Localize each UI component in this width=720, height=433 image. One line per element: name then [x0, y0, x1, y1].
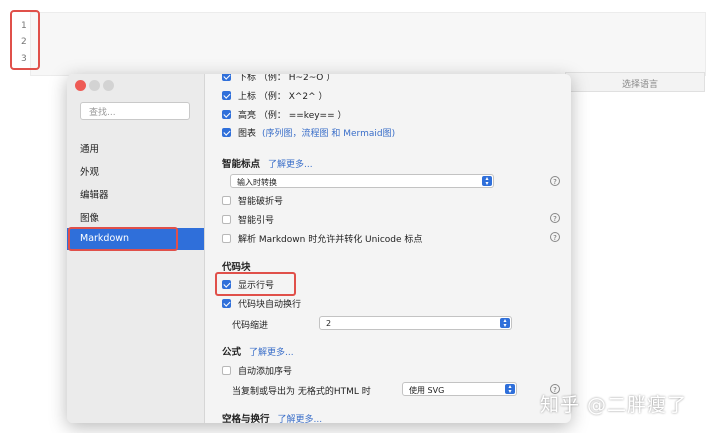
checkbox-unchecked-icon[interactable] — [222, 366, 231, 375]
checkbox-label: 下标 （例： H~2~O ） — [238, 74, 336, 83]
checkbox-diagrams[interactable]: 图表 (序列图，流程图 和 Mermaid图) — [222, 126, 395, 142]
checkbox-checked-icon[interactable] — [222, 110, 231, 119]
checkbox-unchecked-icon[interactable] — [222, 215, 231, 224]
search-placeholder: 查找... — [89, 108, 116, 118]
sidebar-item-markdown[interactable]: Markdown — [67, 227, 204, 251]
checkbox-note: (序列图，流程图 和 Mermaid图) — [262, 129, 396, 139]
checkbox-unicode-punctuation[interactable]: 解析 Markdown 时允许并转化 Unicode 标点 — [222, 232, 422, 248]
sidebar-item-image[interactable]: 图像 — [67, 205, 204, 227]
checkbox-label: 高亮 （例： ==key== ） — [238, 111, 347, 121]
language-placeholder: 选择语言 — [622, 80, 659, 90]
line-number-gutter: 1 2 3 — [10, 10, 40, 70]
checkbox-checked-icon[interactable] — [222, 74, 231, 81]
code-indent-select[interactable]: 2 ▴ ▾ — [319, 316, 512, 330]
help-icon[interactable]: ? — [550, 232, 560, 242]
select-value: 输入时转换 — [237, 177, 277, 187]
code-indent-label: 代码缩进 — [232, 321, 269, 331]
line-number: 3 — [21, 54, 27, 64]
sidebar-item-appearance[interactable]: 外观 — [67, 159, 204, 181]
section-smart-punctuation: 智能标点 了解更多... — [222, 156, 313, 170]
zoom-window-button[interactable] — [103, 80, 114, 91]
sidebar-item-editor[interactable]: 编辑器 — [67, 182, 204, 204]
language-select[interactable]: 选择语言 — [565, 72, 705, 92]
line-number: 2 — [21, 37, 27, 47]
checkbox-checked-icon[interactable] — [222, 299, 231, 308]
checkbox-subscript[interactable]: 下标 （例： H~2~O ） — [222, 74, 335, 86]
section-title: 智能标点 — [222, 159, 261, 170]
markdown-settings-panel: 下标 （例： H~2~O ） 上标 （例： X^2^ ） 高亮 （例： ==ke… — [205, 74, 571, 423]
section-whitespace: 空格与换行 了解更多... — [222, 411, 322, 423]
preferences-dialog: 查找... 通用 外观 编辑器 图像 Markdown 下标 （例： H~2~O… — [67, 74, 571, 423]
select-value: 2 — [326, 318, 332, 328]
sidebar-item-label: 编辑器 — [80, 190, 109, 201]
checkbox-checked-icon[interactable] — [222, 91, 231, 100]
checkbox-label: 上标 （例： X^2^ ） — [238, 92, 328, 102]
checkbox-label: 智能引号 — [238, 216, 275, 226]
smart-punctuation-select[interactable]: 输入时转换 ▴ ▾ — [230, 174, 494, 188]
math-export-select[interactable]: 使用 SVG ▴ ▾ — [402, 382, 517, 396]
chevron-updown-icon: ▴ ▾ — [505, 384, 515, 395]
checkbox-highlight[interactable]: 高亮 （例： ==key== ） — [222, 108, 347, 124]
code-block-area[interactable] — [30, 12, 706, 76]
sidebar-item-general[interactable]: 通用 — [67, 136, 204, 158]
section-math: 公式 了解更多... — [222, 344, 294, 358]
learn-more-link[interactable]: 了解更多... — [249, 348, 294, 358]
section-title: 公式 — [222, 347, 242, 358]
sidebar-item-label: 通用 — [80, 144, 100, 155]
help-icon[interactable]: ? — [550, 213, 560, 223]
checkbox-superscript[interactable]: 上标 （例： X^2^ ） — [222, 89, 328, 105]
chevron-updown-icon: ▴ ▾ — [500, 318, 510, 329]
checkbox-smart-dashes[interactable]: 智能破折号 — [222, 194, 283, 210]
chevron-updown-icon: ▴ ▾ — [482, 176, 492, 187]
close-window-button[interactable] — [75, 80, 86, 91]
learn-more-link[interactable]: 了解更多... — [278, 415, 323, 423]
checkbox-unchecked-icon[interactable] — [222, 196, 231, 205]
checkbox-code-wrap[interactable]: 代码块自动换行 — [222, 297, 301, 313]
section-code-block: 代码块 — [222, 259, 251, 273]
line-number: 1 — [21, 21, 27, 31]
highlight-box — [68, 227, 178, 251]
checkbox-label: 图表 — [238, 129, 257, 139]
math-export-label: 当复制或导出为 无格式的HTML 时 — [232, 387, 371, 397]
learn-more-link[interactable]: 了解更多... — [268, 160, 313, 170]
checkbox-unchecked-icon[interactable] — [222, 234, 231, 243]
select-value: 使用 SVG — [409, 385, 445, 395]
help-icon[interactable]: ? — [550, 176, 560, 186]
checkbox-label: 智能破折号 — [238, 197, 284, 207]
sidebar-item-label: 图像 — [80, 213, 100, 224]
minimize-window-button[interactable] — [89, 80, 100, 91]
checkbox-auto-number[interactable]: 自动添加序号 — [222, 364, 292, 380]
preferences-sidebar: 查找... 通用 外观 编辑器 图像 Markdown — [67, 74, 205, 423]
sidebar-item-label: 外观 — [80, 167, 100, 178]
checkbox-label: 代码块自动换行 — [238, 300, 302, 310]
watermark: 知乎 @二胖瘦了 — [540, 394, 688, 416]
checkbox-checked-icon[interactable] — [222, 128, 231, 137]
search-input[interactable]: 查找... — [80, 102, 190, 120]
checkbox-label: 解析 Markdown 时允许并转化 Unicode 标点 — [238, 235, 423, 245]
checkbox-smart-quotes[interactable]: 智能引号 — [222, 213, 274, 229]
section-title: 空格与换行 — [222, 414, 270, 423]
checkbox-label: 自动添加序号 — [238, 367, 293, 377]
highlight-box — [215, 272, 296, 296]
